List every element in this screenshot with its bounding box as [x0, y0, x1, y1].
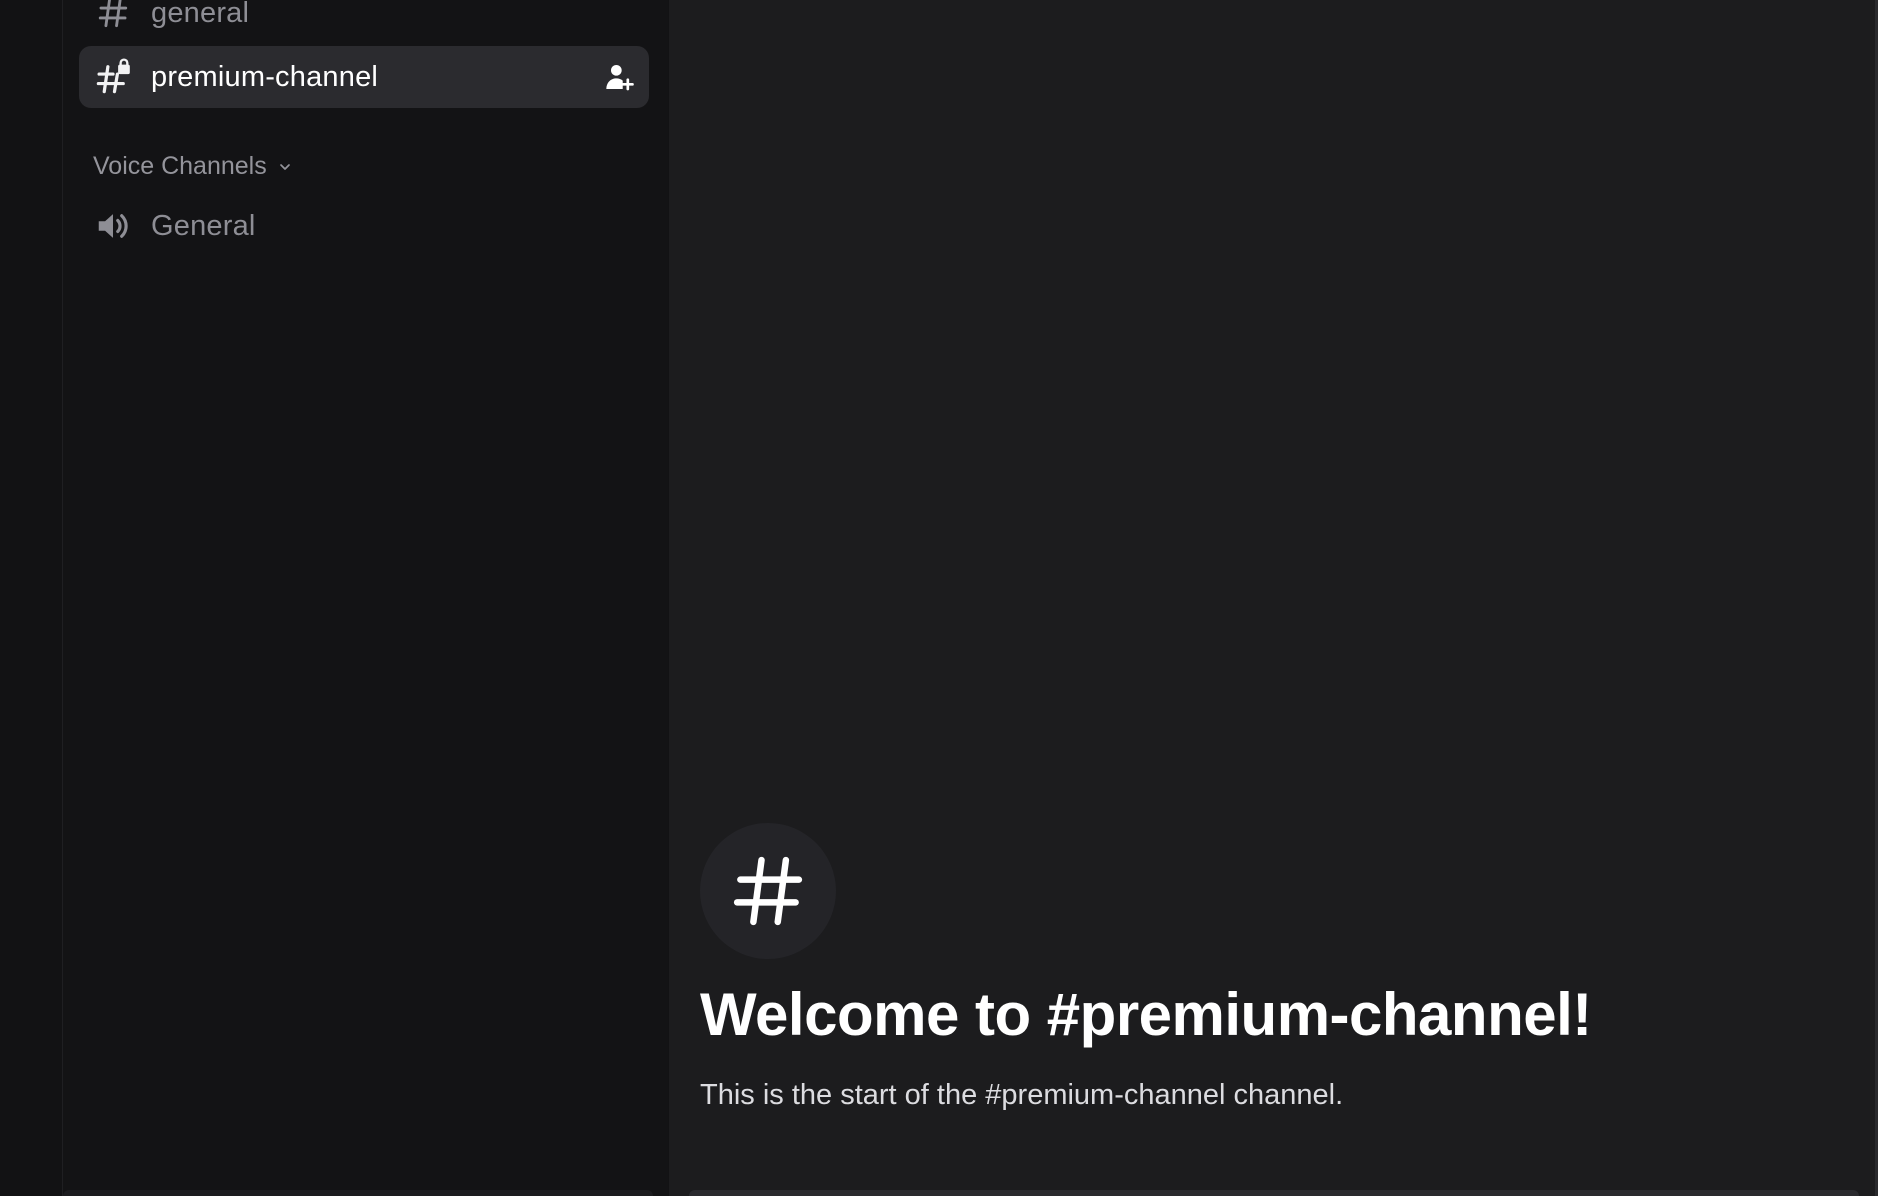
- voice-channel-item-general[interactable]: General: [79, 195, 649, 257]
- channel-item-general[interactable]: general: [79, 0, 649, 44]
- channel-label: General: [151, 210, 256, 242]
- channel-label: premium-channel: [151, 61, 379, 93]
- message-composer-edge[interactable]: [689, 1190, 1859, 1196]
- discord-app: general premium-channel Voice Channels G…: [0, 0, 1878, 1196]
- chevron-down-icon: [277, 159, 293, 175]
- category-label: Voice Channels: [93, 152, 267, 180]
- channel-sidebar: general premium-channel Voice Channels G…: [63, 0, 668, 1196]
- locked-hash-icon: [93, 57, 133, 97]
- hash-icon: [93, 0, 133, 33]
- channel-item-premium-channel[interactable]: premium-channel: [79, 46, 649, 108]
- user-panel-edge: [63, 1190, 653, 1196]
- welcome-title: Welcome to #premium-channel!: [700, 981, 1592, 1048]
- welcome-subtitle: This is the start of the #premium-channe…: [700, 1079, 1344, 1111]
- hash-icon: [700, 823, 836, 959]
- add-member-icon[interactable]: [601, 59, 637, 95]
- speaker-icon: [93, 206, 133, 246]
- channel-label: general: [151, 0, 250, 29]
- chat-main: Welcome to #premium-channel! This is the…: [669, 0, 1878, 1196]
- voice-channels-category[interactable]: Voice Channels: [93, 152, 293, 181]
- server-rail: [0, 0, 63, 1196]
